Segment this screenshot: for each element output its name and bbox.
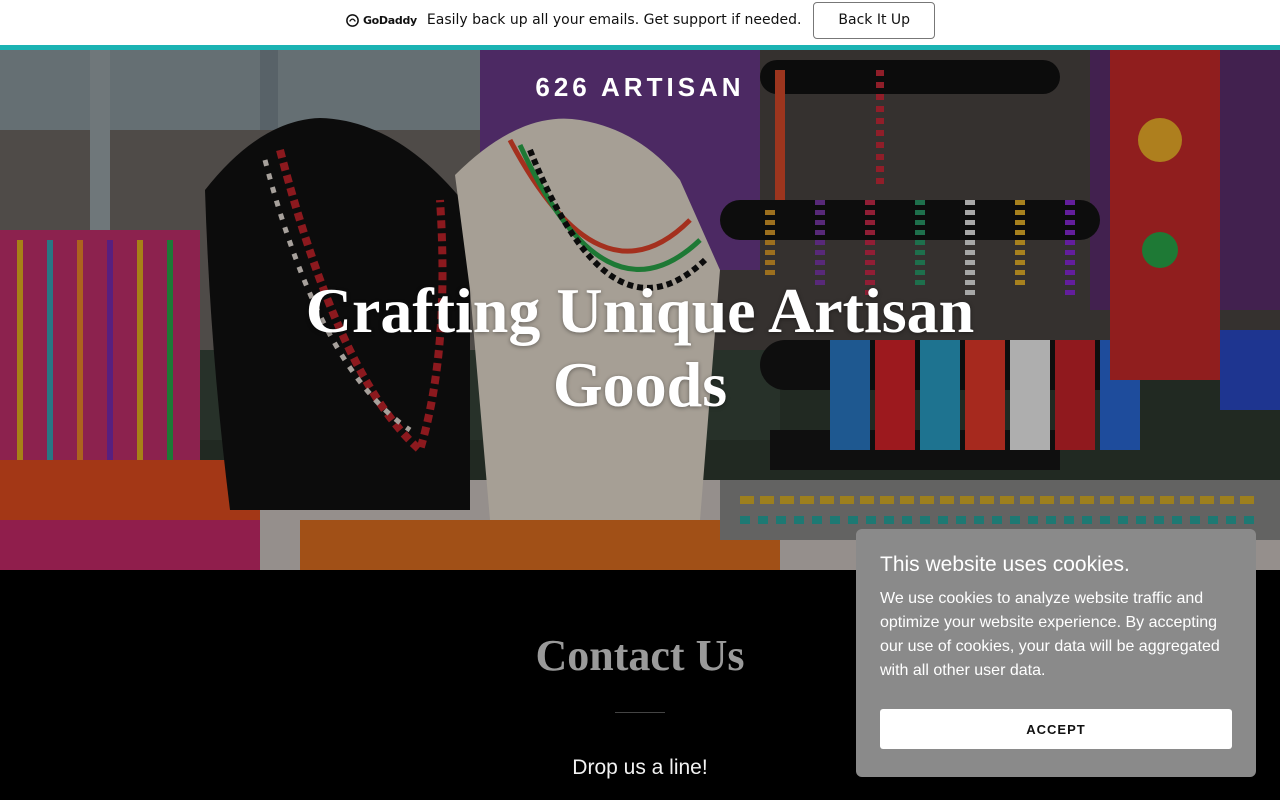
site-title[interactable]: 626 ARTISAN	[0, 72, 1280, 103]
cookie-title: This website uses cookies.	[880, 553, 1130, 576]
promo-banner: GoDaddy Easily back up all your emails. …	[0, 0, 1280, 50]
contact-divider	[615, 712, 665, 713]
godaddy-logo[interactable]: GoDaddy	[345, 13, 417, 28]
promo-content: GoDaddy Easily back up all your emails. …	[345, 1, 936, 39]
hero-section: 626 ARTISAN Crafting Unique Artisan Good…	[0, 50, 1280, 570]
hero-heading: Crafting Unique Artisan Goods	[305, 275, 975, 420]
back-it-up-button[interactable]: Back It Up	[813, 1, 936, 39]
cookie-accept-button[interactable]: ACCEPT	[880, 709, 1232, 749]
cookie-banner: This website uses cookies. We use cookie…	[856, 529, 1256, 777]
promo-message: Easily back up all your emails. Get supp…	[426, 12, 802, 28]
cookie-body: We use cookies to analyze website traffi…	[880, 590, 1220, 679]
godaddy-logo-text: GoDaddy	[362, 13, 417, 27]
godaddy-icon	[346, 13, 359, 27]
